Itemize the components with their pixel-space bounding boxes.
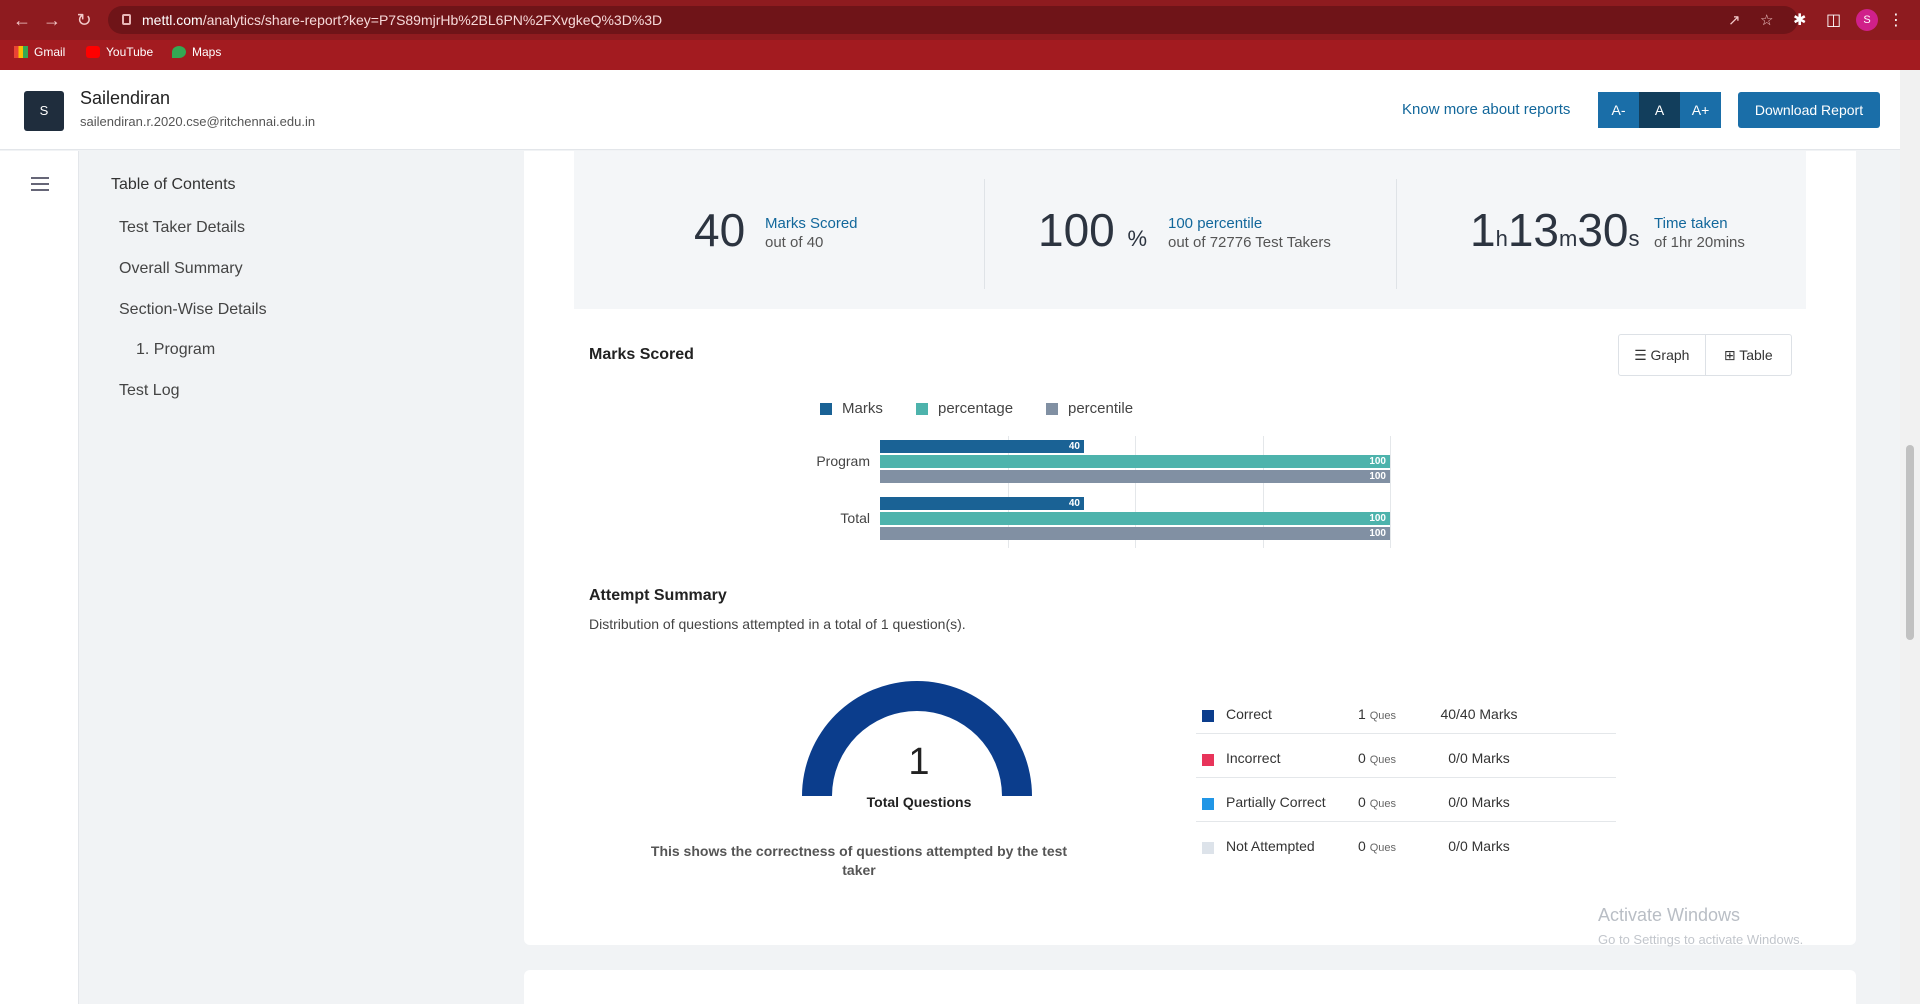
view-toggle: ☰ Graph ⊞ Table	[1618, 334, 1792, 376]
bookmark-gmail[interactable]: Gmail	[14, 45, 65, 59]
attempt-row-partially-correct: Partially Correct 0 Ques 0/0 Marks	[1196, 786, 1616, 822]
bookmarks-bar	[0, 40, 1920, 70]
time-label: Time taken	[1654, 215, 1728, 232]
stats-panel: 40 Marks Scored out of 40 100 % 100 perc…	[574, 151, 1806, 309]
attempt-row-incorrect: Incorrect 0 Ques 0/0 Marks	[1196, 742, 1616, 778]
gmail-icon	[14, 46, 28, 58]
report-content: 40 Marks Scored out of 40 100 % 100 perc…	[524, 151, 1856, 945]
activate-windows-hint: Go to Settings to activate Windows.	[1598, 932, 1804, 947]
attempt-row-not-attempted: Not Attempted 0 Ques 0/0 Marks	[1196, 830, 1616, 866]
toc-item-test-taker-details[interactable]: Test Taker Details	[119, 219, 245, 237]
icon-sidebar	[0, 151, 79, 1004]
page-scrollbar[interactable]	[1900, 70, 1920, 1004]
marks-label: Marks Scored	[765, 215, 858, 232]
reload-icon[interactable]: ↻	[74, 10, 94, 30]
legend-swatch	[1046, 402, 1058, 415]
toc-item-program[interactable]: 1. Program	[136, 341, 215, 359]
marks-sub: out of 40	[765, 234, 824, 251]
status-swatch	[1202, 710, 1214, 722]
legend-swatch	[820, 402, 832, 415]
bar-value-label: 100	[1369, 513, 1386, 524]
share-icon[interactable]: ↗	[1728, 11, 1741, 29]
status-swatch	[1202, 842, 1214, 854]
bar-percentile: 100	[880, 527, 1390, 540]
bar-value-label: 40	[1068, 498, 1080, 509]
attempt-summary-title: Attempt Summary	[589, 587, 727, 604]
toc-item-test-log[interactable]: Test Log	[119, 382, 179, 400]
attempt-row-correct: Correct 1 Ques 40/40 Marks	[1196, 698, 1616, 734]
youtube-icon	[86, 46, 100, 58]
total-questions-value: 1	[908, 741, 930, 783]
legend-swatch	[916, 402, 928, 415]
table-view-button[interactable]: ⊞ Table	[1704, 335, 1792, 375]
legend-marks: Marks	[820, 400, 883, 417]
user-name: Sailendiran	[80, 88, 171, 108]
maps-icon	[172, 46, 186, 58]
category-label: Program	[816, 453, 870, 469]
time-value: 1h13m30s	[1470, 204, 1640, 256]
side-panel-icon[interactable]: ◫	[1826, 10, 1841, 30]
bar-value-label: 40	[1068, 441, 1080, 452]
percentile-sub: out of 72776 Test Takers	[1168, 234, 1331, 251]
grid-line	[1390, 436, 1391, 548]
toc-item-overall-summary[interactable]: Overall Summary	[119, 260, 243, 278]
know-more-link[interactable]: Know more about reports	[1402, 101, 1570, 118]
avatar: S	[24, 91, 64, 131]
bar-value-label: 100	[1369, 471, 1386, 482]
bar-marks: 40	[880, 497, 1084, 510]
total-questions-label: Total Questions	[866, 794, 972, 810]
user-email: sailendiran.r.2020.cse@ritchennai.edu.in	[80, 114, 316, 129]
bar-percentage: 100	[880, 455, 1390, 468]
bar-percentile: 100	[880, 470, 1390, 483]
category-label: Total	[840, 510, 870, 526]
download-report-button[interactable]: Download Report	[1738, 92, 1880, 128]
bookmark-youtube[interactable]: YouTube	[86, 45, 153, 59]
star-icon[interactable]: ☆	[1760, 11, 1773, 29]
legend-percentile: percentile	[1046, 400, 1133, 417]
browser-toolbar: ← → ↻ mettl.com/analytics/share-report?k…	[0, 0, 1920, 40]
lock-icon	[122, 14, 131, 25]
font-decrease-button[interactable]: A-	[1598, 92, 1639, 128]
marks-value: 40	[694, 204, 746, 256]
bookmark-maps[interactable]: Maps	[172, 45, 221, 59]
time-sub: of 1hr 20mins	[1654, 234, 1745, 251]
toc-item-section-wise-details[interactable]: Section-Wise Details	[119, 301, 267, 319]
status-swatch	[1202, 798, 1214, 810]
percentile-label: 100 percentile	[1168, 215, 1263, 232]
forward-icon[interactable]: →	[42, 10, 62, 30]
attempt-summary-subtitle: Distribution of questions attempted in a…	[589, 616, 966, 632]
graph-view-button[interactable]: ☰ Graph	[1619, 335, 1705, 375]
table-of-contents: Table of Contents Test Taker Details Ove…	[80, 151, 522, 1004]
grid-icon: ⊞	[1723, 347, 1736, 363]
stat-divider	[984, 179, 985, 289]
attempt-note: This shows the correctness of questions …	[650, 843, 1068, 878]
list-icon: ☰	[1634, 347, 1647, 363]
report-header: S Sailendiran sailendiran.r.2020.cse@rit…	[0, 70, 1900, 150]
list-icon[interactable]	[31, 177, 49, 191]
toc-title: Table of Contents	[111, 176, 236, 193]
activate-windows-watermark: Activate Windows	[1598, 905, 1741, 925]
bar-value-label: 100	[1369, 528, 1386, 539]
stat-divider	[1396, 179, 1397, 289]
bar-value-label: 100	[1369, 456, 1386, 467]
bar-marks: 40	[880, 440, 1084, 453]
scrollbar-thumb[interactable]	[1906, 445, 1914, 640]
marks-scored-title: Marks Scored	[589, 346, 694, 363]
status-swatch	[1202, 754, 1214, 766]
next-section-card	[524, 970, 1856, 1004]
font-increase-button[interactable]: A+	[1680, 92, 1721, 128]
percentile-value: 100 %	[1038, 204, 1148, 256]
url-text: mettl.com/analytics/share-report?key=P7S…	[142, 12, 663, 28]
bar-percentage: 100	[880, 512, 1390, 525]
font-default-button[interactable]: A	[1639, 92, 1680, 128]
address-bar[interactable]: mettl.com/analytics/share-report?key=P7S…	[108, 6, 1798, 34]
menu-dots-icon[interactable]: ⋮	[1888, 10, 1904, 30]
legend-percentage: percentage	[916, 400, 1013, 417]
extensions-icon[interactable]: ✱	[1793, 10, 1806, 30]
back-icon[interactable]: ←	[12, 10, 32, 30]
font-size-controls: A- A A+	[1598, 92, 1721, 128]
profile-avatar[interactable]: S	[1856, 9, 1878, 31]
